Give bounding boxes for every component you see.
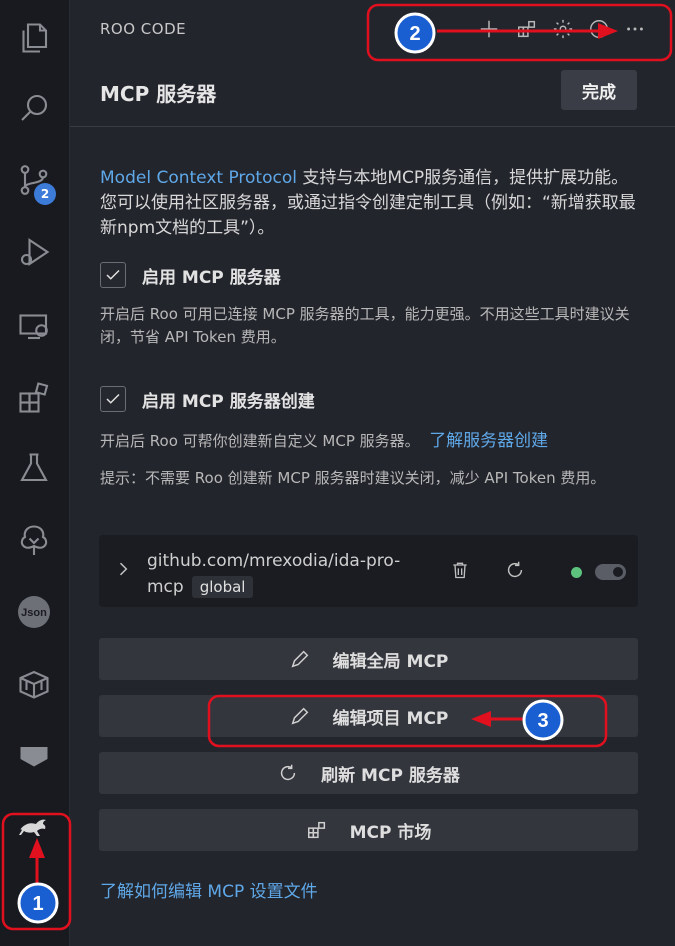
enable-mcp-desc: 开启后 Roo 可用已连接 MCP 服务器的工具，能力更强。不用这些工具时建议关… <box>100 305 630 346</box>
activity-bar: 2 Json <box>0 0 70 946</box>
mcp-protocol-link[interactable]: Model Context Protocol <box>100 168 297 188</box>
source-control-badge: 2 <box>34 183 56 205</box>
history-icon[interactable] <box>586 16 612 42</box>
intro-text: Model Context Protocol 支持与本地MCP服务通信，提供扩展… <box>100 166 640 241</box>
gear-icon[interactable] <box>550 16 576 42</box>
learn-server-creation-link[interactable]: 了解服务器创建 <box>429 431 548 451</box>
app-title: ROO CODE <box>100 20 187 38</box>
mcp-market-label: MCP 市场 <box>349 822 432 843</box>
extensions-icon[interactable] <box>14 378 54 418</box>
refresh-icon <box>280 764 296 781</box>
edit-project-mcp-label: 编辑项目 MCP <box>332 708 449 729</box>
pencil-icon <box>291 707 308 725</box>
trash-icon[interactable] <box>450 559 470 585</box>
enable-create-label: 启用 MCP 服务器创建 <box>142 391 315 412</box>
enable-create-desc: 开启后 Roo 可帮你创建新自定义 MCP 服务器。 了解服务器创建 <box>100 430 645 453</box>
enable-create-tip: 提示：不需要 Roo 创建新 MCP 服务器时建议关闭，减少 API Token… <box>100 469 606 487</box>
refresh-icon[interactable] <box>504 559 526 585</box>
extensions-icon[interactable] <box>514 16 540 42</box>
server-name: github.com/mrexodia/ida-pro-mcp <box>147 551 401 597</box>
testing-icon[interactable] <box>14 448 54 488</box>
server-card[interactable]: github.com/mrexodia/ida-pro-mcp global <box>99 535 638 607</box>
enable-mcp-checkbox[interactable] <box>100 262 126 288</box>
pencil-icon <box>291 650 308 668</box>
json-icon[interactable]: Json <box>14 592 54 632</box>
search-icon[interactable] <box>14 88 54 128</box>
enable-create-checkbox[interactable] <box>100 386 126 412</box>
terminal-icon[interactable] <box>14 736 54 776</box>
chevron-right-icon[interactable] <box>113 559 133 583</box>
edit-settings-help-link[interactable]: 了解如何编辑 MCP 设置文件 <box>100 877 318 902</box>
package-icon[interactable] <box>14 664 54 704</box>
enable-mcp-row: 启用 MCP 服务器 <box>100 262 281 288</box>
refresh-mcp-label: 刷新 MCP 服务器 <box>321 765 460 786</box>
server-scope-badge: global <box>191 576 254 598</box>
title-row: MCP 服务器 完成 <box>70 60 675 127</box>
explorer-icon[interactable] <box>14 18 54 58</box>
tree-icon[interactable] <box>14 520 54 560</box>
page-title: MCP 服务器 <box>100 82 217 106</box>
plus-icon[interactable] <box>476 16 502 42</box>
done-button[interactable]: 完成 <box>561 70 637 110</box>
remote-explorer-icon[interactable] <box>14 306 54 346</box>
mcp-panel: ROO CODE MCP 服务器 完成 Model Context Protoc… <box>70 0 675 946</box>
enable-create-desc-text: 开启后 Roo 可帮你创建新自定义 MCP 服务器。 <box>100 432 420 450</box>
server-toggle[interactable] <box>595 564 626 580</box>
edit-global-mcp-label: 编辑全局 MCP <box>332 651 449 672</box>
edit-global-mcp-button[interactable]: 编辑全局 MCP <box>99 638 638 680</box>
svg-text:Json: Json <box>21 607 47 619</box>
header: ROO CODE <box>70 0 675 60</box>
extensions-icon <box>307 821 325 839</box>
enable-mcp-label: 启用 MCP 服务器 <box>142 267 281 288</box>
server-status-dot <box>571 567 582 578</box>
run-debug-icon[interactable] <box>14 232 54 272</box>
mcp-market-button[interactable]: MCP 市场 <box>99 809 638 851</box>
refresh-mcp-button[interactable]: 刷新 MCP 服务器 <box>99 752 638 794</box>
edit-project-mcp-button[interactable]: 编辑项目 MCP <box>99 695 638 737</box>
roo-code-icon[interactable] <box>14 808 54 848</box>
server-name-block: github.com/mrexodia/ida-pro-mcp global <box>147 548 427 600</box>
more-icon[interactable] <box>622 16 648 42</box>
enable-create-row: 启用 MCP 服务器创建 <box>100 386 315 412</box>
